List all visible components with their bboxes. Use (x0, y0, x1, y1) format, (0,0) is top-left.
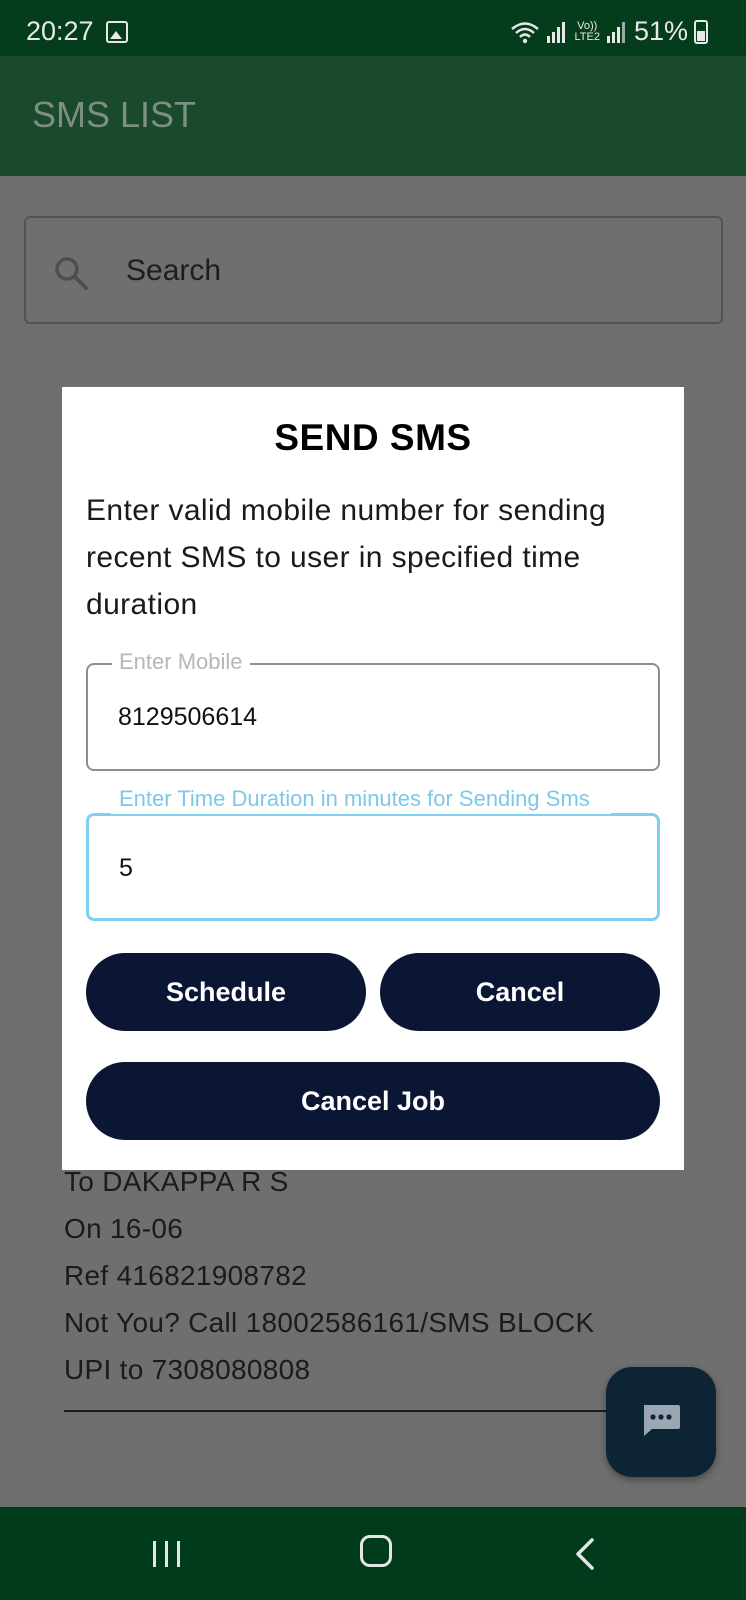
image-icon (106, 21, 128, 43)
mobile-field[interactable]: Enter Mobile 8129506614 (86, 649, 660, 771)
system-nav-bar (0, 1507, 746, 1600)
search-bar[interactable]: Search (24, 216, 723, 324)
duration-input[interactable]: 5 (119, 854, 133, 883)
sms-line: UPI to 7308080808 (64, 1354, 311, 1385)
battery-icon (694, 19, 708, 44)
search-input[interactable]: Search (126, 254, 221, 288)
send-sms-dialog: SEND SMS Enter valid mobile number for s… (62, 387, 684, 1170)
cancel-job-button[interactable]: Cancel Job (86, 1062, 660, 1140)
mobile-field-label: Enter Mobile (112, 649, 250, 675)
page-title: SMS LIST (32, 94, 197, 135)
schedule-button[interactable]: Schedule (86, 953, 366, 1031)
back-icon[interactable] (574, 1537, 596, 1571)
network-label-bottom: LTE2 (574, 30, 600, 43)
status-bar: 20:27 Vo)) LTE2 51% (0, 0, 746, 56)
battery-percent: 51% (633, 16, 688, 46)
signal-icon (547, 21, 566, 43)
duration-field-label: Enter Time Duration in minutes for Sendi… (111, 783, 611, 814)
duration-field[interactable]: Enter Time Duration in minutes for Sendi… (86, 783, 660, 921)
sms-line: Not You? Call 18002586161/SMS BLOCK (64, 1307, 595, 1338)
network-type: Vo)) LTE2 (574, 19, 600, 43)
mobile-input[interactable]: 8129506614 (118, 703, 257, 732)
app-bar: SMS LIST (0, 56, 746, 176)
wifi-icon (511, 21, 540, 43)
search-icon (55, 257, 88, 290)
network-label-top: Vo)) (577, 19, 598, 32)
status-indicators: Vo)) LTE2 51% (510, 16, 708, 47)
message-icon (644, 1405, 680, 1436)
sms-message-body: To DAKAPPA R S On 16-06 Ref 416821908782… (64, 1158, 594, 1393)
home-icon[interactable] (360, 1535, 392, 1567)
sms-line: Ref 416821908782 (64, 1260, 308, 1291)
recents-icon[interactable] (150, 1539, 184, 1569)
signal-icon-2 (606, 21, 625, 43)
divider (64, 1410, 624, 1412)
message-fab[interactable] (606, 1367, 716, 1477)
dialog-message: Enter valid mobile number for sending re… (86, 494, 607, 621)
cancel-button[interactable]: Cancel (380, 953, 660, 1031)
dialog-title: SEND SMS (274, 417, 472, 458)
status-time: 20:27 (26, 16, 94, 46)
sms-line: On 16-06 (64, 1213, 184, 1244)
